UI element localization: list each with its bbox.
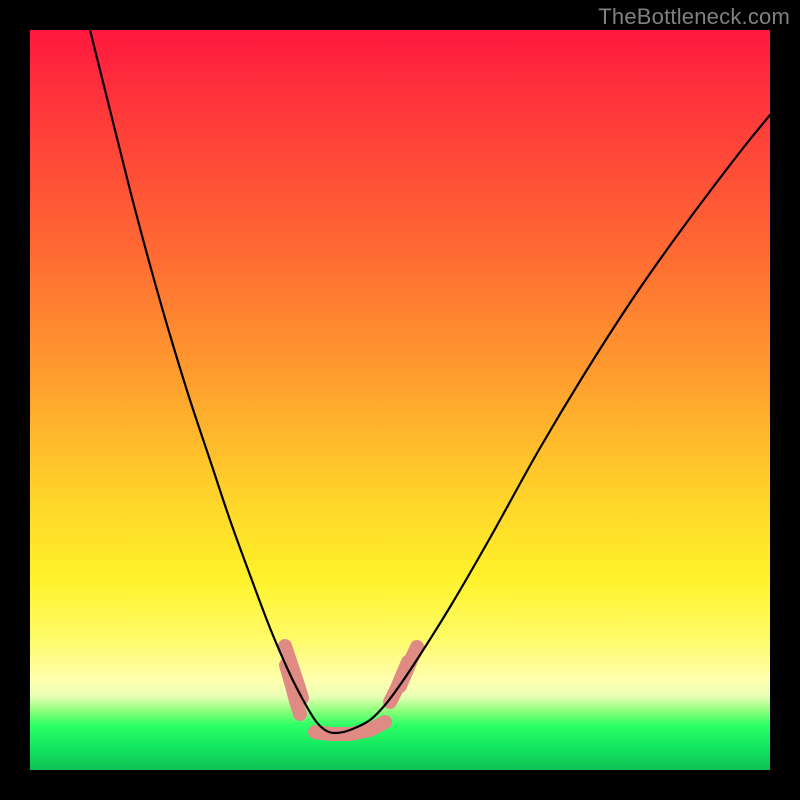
chart-frame: TheBottleneck.com <box>0 0 800 800</box>
main-curve <box>90 30 770 733</box>
plot-area <box>30 30 770 770</box>
trough-marker-segment <box>315 722 385 734</box>
watermark-text: TheBottleneck.com <box>598 4 790 30</box>
chart-svg <box>30 30 770 770</box>
